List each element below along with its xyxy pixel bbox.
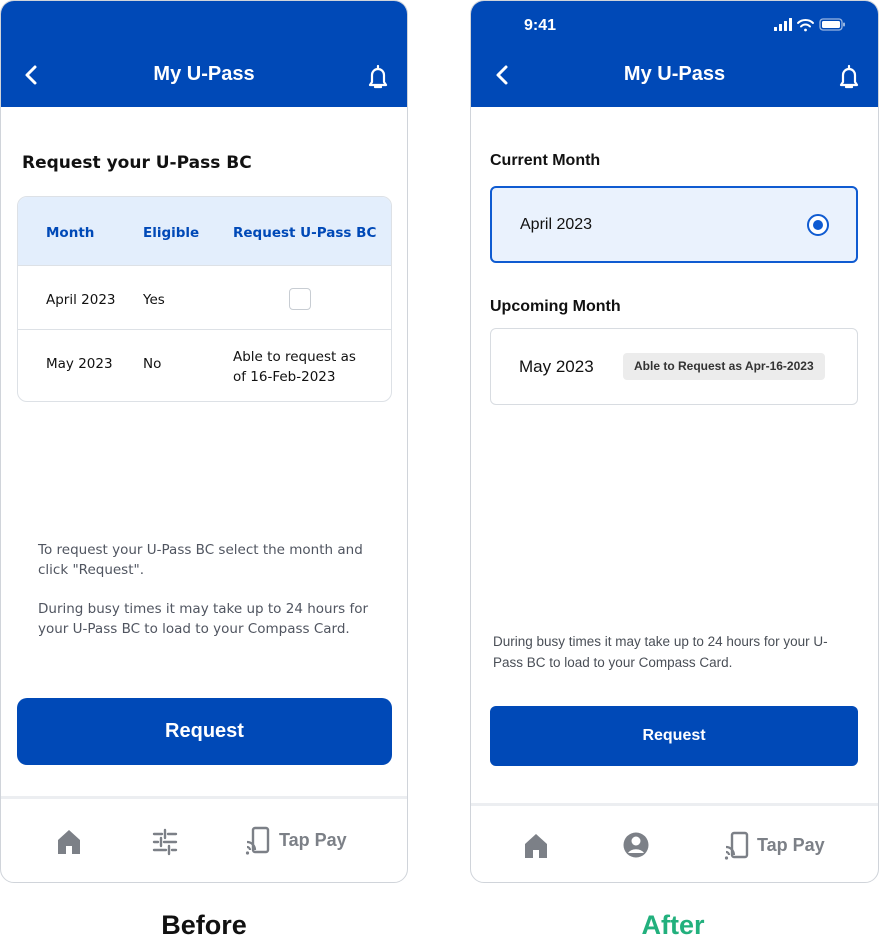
table-header: Month Eligible Request U-Pass BC — [18, 197, 391, 265]
tap-pay-icon — [724, 831, 749, 860]
column-header-month: Month — [46, 225, 95, 241]
column-header-eligible: Eligible — [143, 225, 200, 241]
request-button[interactable]: Request — [490, 706, 858, 766]
bell-icon[interactable] — [838, 64, 860, 90]
row-request-note-line2: of 16-Feb-2023 — [233, 369, 336, 385]
column-header-request: Request U-Pass BC — [233, 225, 377, 241]
instruction-line: click "Request". — [38, 562, 145, 578]
availability-badge: Able to Request as Apr-16-2023 — [623, 353, 825, 380]
busy-note-line: During busy times it may take up to 24 h… — [38, 601, 369, 617]
page-title: My U-Pass — [623, 63, 726, 85]
tab-tap-pay[interactable]: Tap Pay — [724, 831, 844, 863]
month-table: Month Eligible Request U-Pass BC April 2… — [17, 196, 392, 402]
current-month-value: April 2023 — [520, 216, 593, 233]
instruction-text: To request your U-Pass BC select the mon… — [38, 540, 378, 580]
status-icons — [774, 18, 845, 32]
current-month-option[interactable]: April 2023 — [490, 186, 858, 263]
bell-icon[interactable] — [367, 64, 389, 90]
table-row: May 2023 No Able to request as of 16-Feb… — [18, 329, 391, 401]
row-request-note-line1: Able to request as — [233, 349, 356, 365]
battery-icon — [819, 18, 845, 31]
tab-bar: Tap Pay — [1, 796, 407, 882]
app-header: 9:41 My U-Pass — [471, 1, 878, 107]
profile-icon[interactable] — [622, 830, 650, 862]
upcoming-month-label: Upcoming Month — [490, 298, 621, 315]
tap-pay-icon — [245, 826, 270, 855]
request-button[interactable]: Request — [17, 698, 392, 765]
before-phone: My U-Pass Request your U-Pass BC Month E… — [0, 0, 408, 883]
table-row: April 2023 Yes — [18, 265, 391, 329]
upcoming-month-option: May 2023 Able to Request as Apr-16-2023 — [490, 328, 858, 405]
section-heading: Request your U-Pass BC — [22, 153, 252, 173]
selected-radio[interactable] — [807, 214, 829, 236]
after-caption: After — [641, 910, 705, 940]
busy-note: During busy times it may take up to 24 h… — [38, 599, 378, 639]
home-icon[interactable] — [55, 826, 83, 858]
tap-pay-label: Tap Pay — [279, 830, 347, 850]
tab-bar: Tap Pay — [471, 803, 878, 882]
app-header: My U-Pass — [1, 1, 407, 107]
page-title: My U-Pass — [153, 63, 255, 85]
signal-icon — [774, 18, 792, 31]
before-caption: Before — [161, 910, 247, 940]
busy-note: During busy times it may take up to 24 h… — [493, 631, 853, 673]
tap-pay-label: Tap Pay — [757, 835, 825, 855]
row-month: May 2023 — [46, 356, 113, 372]
status-bar: 9:41 — [471, 15, 878, 37]
tab-tap-pay[interactable]: Tap Pay — [245, 826, 365, 858]
busy-note-line: Pass BC to load to your Compass Card. — [493, 655, 733, 670]
sliders-icon[interactable] — [151, 826, 179, 858]
request-checkbox[interactable] — [289, 288, 311, 310]
busy-note-line: your U-Pass BC to load to your Compass C… — [38, 621, 350, 637]
row-month: April 2023 — [46, 292, 116, 308]
instruction-line: To request your U-Pass BC select the mon… — [38, 542, 363, 558]
row-eligible: No — [143, 356, 162, 372]
current-month-label: Current Month — [490, 152, 601, 169]
wifi-icon — [797, 19, 814, 32]
home-icon[interactable] — [522, 830, 550, 862]
status-time: 9:41 — [524, 17, 557, 34]
upcoming-month-value: May 2023 — [519, 357, 594, 376]
after-phone: 9:41 My U-Pass Current Month April 2023 … — [470, 0, 879, 883]
row-eligible: Yes — [143, 292, 165, 308]
busy-note-line: During busy times it may take up to 24 h… — [493, 634, 828, 649]
